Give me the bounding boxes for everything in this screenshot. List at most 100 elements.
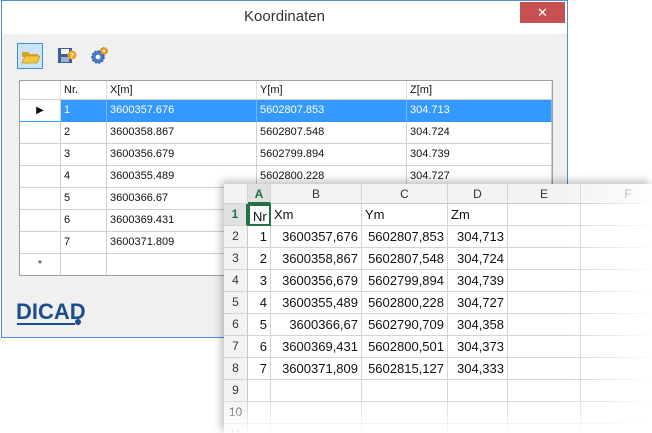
grid-cell[interactable]: 6 — [61, 210, 107, 232]
grid-cell[interactable]: 1 — [61, 100, 107, 122]
sheet-cell[interactable]: 3600366,67 — [271, 314, 362, 336]
sheet-cell[interactable] — [508, 270, 581, 292]
grid-cell[interactable]: 2 — [61, 122, 107, 144]
sheet-cell[interactable]: 5 — [248, 314, 271, 336]
row-header[interactable]: 7 — [224, 336, 248, 358]
row-header[interactable]: 3 — [224, 248, 248, 270]
sheet-cell[interactable] — [508, 292, 581, 314]
row-selector[interactable] — [20, 210, 61, 232]
row-selector[interactable] — [20, 188, 61, 210]
sheet-cell[interactable]: 304,358 — [448, 314, 508, 336]
sheet-cell[interactable] — [508, 380, 581, 402]
spreadsheet[interactable]: A B C D E F 1 Nr Xm Ym Zm 2 1 3600357,676 5602807,853 3… — [224, 184, 652, 433]
grid-column-header[interactable]: Z[m] — [407, 81, 552, 100]
row-header[interactable]: 4 — [224, 270, 248, 292]
sheet-cell[interactable] — [508, 314, 581, 336]
row-header[interactable]: 5 — [224, 292, 248, 314]
row-selector[interactable] — [20, 166, 61, 188]
sheet-cell[interactable]: 5602807,853 — [362, 226, 448, 248]
sheet-cell[interactable] — [362, 402, 448, 424]
grid-cell[interactable]: 4 — [61, 166, 107, 188]
sheet-cell[interactable]: 3600357,676 — [271, 226, 362, 248]
sheet-cell[interactable] — [508, 336, 581, 358]
sheet-cell[interactable]: 3 — [248, 270, 271, 292]
sheet-cell[interactable] — [248, 402, 271, 424]
sheet-cell[interactable] — [581, 248, 652, 270]
grid-column-header[interactable]: Y[m] — [257, 81, 407, 100]
sheet-cell[interactable]: 1 — [248, 226, 271, 248]
row-selector[interactable] — [20, 122, 61, 144]
column-header[interactable]: F — [581, 184, 652, 204]
sheet-cell[interactable] — [581, 292, 652, 314]
row-selector[interactable]: ▶ — [20, 100, 61, 122]
sheet-cell[interactable]: 2 — [248, 248, 271, 270]
grid-column-header[interactable]: X[m] — [107, 81, 257, 100]
sheet-cell[interactable] — [508, 402, 581, 424]
grid-row[interactable]: 3 3600356.679 5602799.894 304.739 — [20, 144, 552, 166]
row-header[interactable]: 9 — [224, 380, 248, 402]
sheet-cell[interactable] — [248, 424, 271, 433]
sheet-cell[interactable] — [581, 336, 652, 358]
sheet-cell[interactable] — [508, 204, 581, 226]
row-header[interactable]: 1 — [224, 204, 248, 226]
grid-cell[interactable]: 3600357.676 — [107, 100, 257, 122]
sheet-cell[interactable] — [362, 380, 448, 402]
sheet-cell[interactable] — [362, 424, 448, 433]
close-button[interactable]: ✕ — [520, 2, 565, 23]
sheet-cell[interactable]: Zm — [448, 204, 508, 226]
grid-cell[interactable]: 304.739 — [407, 144, 552, 166]
column-header[interactable]: D — [448, 184, 508, 204]
row-header[interactable]: 10 — [224, 402, 248, 424]
sheet-cell[interactable] — [508, 226, 581, 248]
row-selector[interactable] — [20, 232, 61, 254]
grid-cell[interactable]: 304.713 — [407, 100, 552, 122]
sheet-cell[interactable]: 3600369,431 — [271, 336, 362, 358]
sheet-cell[interactable] — [448, 402, 508, 424]
grid-cell[interactable]: 5602799.894 — [257, 144, 407, 166]
sheet-cell[interactable]: 4 — [248, 292, 271, 314]
grid-cell[interactable]: 5602807.853 — [257, 100, 407, 122]
sheet-cell[interactable]: 5602800,501 — [362, 336, 448, 358]
save-help-button[interactable]: ? — [54, 43, 80, 69]
row-header[interactable]: 11 — [224, 424, 248, 433]
sheet-cell[interactable]: 304,373 — [448, 336, 508, 358]
grid-row[interactable]: ▶ 1 3600357.676 5602807.853 304.713 — [20, 100, 552, 122]
sheet-cell[interactable]: 3600371,809 — [271, 358, 362, 380]
column-header[interactable]: E — [508, 184, 581, 204]
sheet-cell[interactable]: 3600355,489 — [271, 292, 362, 314]
sheet-cell[interactable] — [581, 358, 652, 380]
row-header[interactable]: 2 — [224, 226, 248, 248]
sheet-cell[interactable] — [581, 314, 652, 336]
sheet-cell[interactable]: 5602800,228 — [362, 292, 448, 314]
sheet-cell[interactable] — [581, 402, 652, 424]
sheet-cell[interactable]: 7 — [248, 358, 271, 380]
grid-row[interactable]: 2 3600358.867 5602807.548 304.724 — [20, 122, 552, 144]
row-header[interactable]: 6 — [224, 314, 248, 336]
sheet-cell[interactable]: Ym — [362, 204, 448, 226]
sheet-cell[interactable] — [271, 380, 362, 402]
row-selector[interactable] — [20, 144, 61, 166]
sheet-cell[interactable]: 304,713 — [448, 226, 508, 248]
grid-cell[interactable]: 5602807.548 — [257, 122, 407, 144]
sheet-cell[interactable]: 304,724 — [448, 248, 508, 270]
sheet-cell[interactable] — [248, 380, 271, 402]
sheet-cell[interactable]: 5602790,709 — [362, 314, 448, 336]
grid-cell[interactable]: 5 — [61, 188, 107, 210]
open-button[interactable] — [17, 43, 43, 69]
sheet-cell[interactable] — [271, 402, 362, 424]
sheet-cell[interactable]: 5602807,548 — [362, 248, 448, 270]
grid-column-header[interactable]: Nr. — [61, 81, 107, 100]
sheet-cell[interactable] — [581, 204, 652, 226]
sheet-cell[interactable] — [448, 424, 508, 433]
grid-cell[interactable]: 7 — [61, 232, 107, 254]
sheet-cell[interactable]: 304,333 — [448, 358, 508, 380]
settings-button[interactable] — [86, 43, 112, 69]
grid-cell[interactable]: 3 — [61, 144, 107, 166]
sheet-cell[interactable] — [581, 226, 652, 248]
grid-cell[interactable]: 3600358.867 — [107, 122, 257, 144]
column-header[interactable]: A — [248, 184, 271, 204]
sheet-cell[interactable] — [581, 380, 652, 402]
sheet-cell[interactable] — [448, 380, 508, 402]
row-header[interactable]: 8 — [224, 358, 248, 380]
column-header[interactable]: C — [362, 184, 448, 204]
